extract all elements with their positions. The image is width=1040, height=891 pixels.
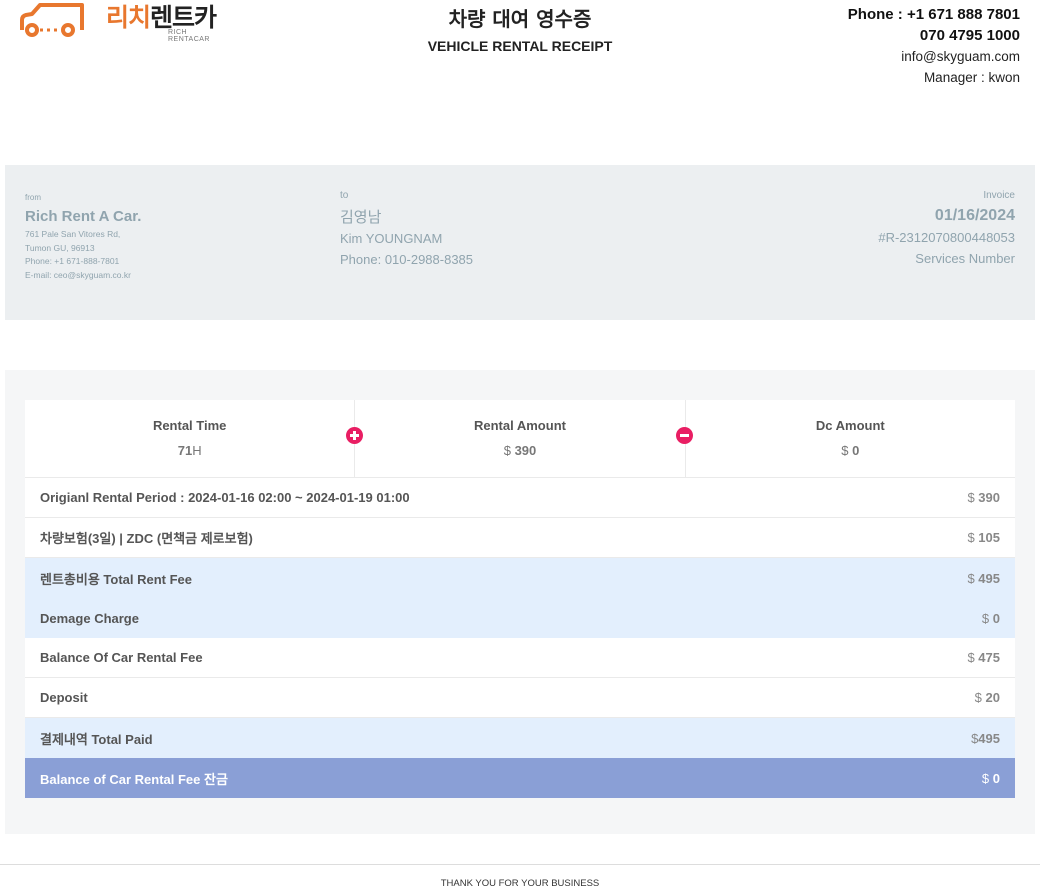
- row-original-rental-period: Origianl Rental Period : 2024-01-16 02:0…: [25, 478, 1015, 518]
- invoice-block: Invoice 01/16/2024 #R-2312070800448053 S…: [878, 190, 1015, 269]
- stats-row: Rental Time 71H Rental Amount $ 390 Dc A…: [25, 400, 1015, 478]
- contact-manager: Manager : kwon: [923, 70, 1020, 85]
- from-address-line: Phone: +1 671-888-7801: [25, 256, 120, 266]
- row-balance-of-car-rental-fee: Balance Of Car Rental Fee $ 475: [25, 638, 1015, 678]
- footer-divider: [0, 864, 1040, 865]
- stat-label: Rental Time: [152, 418, 227, 433]
- contact-phone-primary: Phone : +1 671 888 7801: [847, 6, 1020, 23]
- from-address-line: 761 Pale San Vitores Rd,: [25, 229, 121, 239]
- row-label: Deposit: [40, 690, 88, 705]
- row-deposit: Deposit $ 20: [25, 678, 1015, 718]
- from-company-name: Rich Rent A Car.: [25, 208, 142, 225]
- to-name-english: Kim YOUNGNAM: [340, 231, 443, 246]
- invoice-label: Invoice: [983, 190, 1015, 201]
- from-address-line: E-mail: ceo@skyguam.co.kr: [25, 269, 131, 280]
- contact-email[interactable]: info@skyguam.com: [848, 46, 1020, 67]
- row-total-paid: 결제내역 Total Paid $495: [25, 718, 1015, 758]
- row-amount: $ 475: [967, 650, 1000, 665]
- stat-value: $ 0: [841, 443, 860, 458]
- row-amount: $ 390: [967, 490, 1000, 505]
- footer-thank-you: THANK YOU FOR YOUR BUSINESS: [440, 878, 600, 889]
- row-insurance: 차량보험(3일) | ZDC (면책금 제로보험) $ 105: [25, 518, 1015, 558]
- row-label: 차량보험(3일) | ZDC (면책금 제로보험): [40, 531, 253, 546]
- contact-phone-secondary: 070 4795 1000: [919, 27, 1020, 44]
- row-label: Balance of Car Rental Fee 잔금: [40, 771, 228, 787]
- row-amount: $ 20: [974, 690, 1000, 705]
- plus-circle-icon: [346, 427, 363, 444]
- to-phone: Phone: 010-2988-8385: [340, 252, 474, 267]
- summary-panel: Rental Time 71H Rental Amount $ 390 Dc A…: [5, 370, 1035, 834]
- stat-dc-amount: Dc Amount $ 0: [684, 400, 1015, 477]
- from-label: from: [25, 193, 41, 202]
- invoice-info-panel: from Rich Rent A Car. 761 Pale San Vitor…: [5, 165, 1035, 320]
- from-address-line: Tumon GU, 96913: [25, 242, 95, 253]
- row-amount: $ 0: [981, 610, 1000, 626]
- minus-circle-icon: [676, 427, 693, 444]
- row-balance-remaining: Balance of Car Rental Fee 잔금 $ 0: [25, 758, 1015, 798]
- stat-label: Dc Amount: [815, 418, 885, 433]
- from-block: from Rich Rent A Car. 761 Pale San Vitor…: [25, 193, 141, 282]
- stat-rental-time: Rental Time 71H: [25, 400, 354, 477]
- invoice-number: #R-2312070800448053: [878, 230, 1015, 245]
- from-address: 761 Pale San Vitores Rd, Tumon GU, 96913…: [25, 228, 141, 282]
- to-name-korean: 김영남: [340, 208, 382, 226]
- row-amount: $ 0: [981, 770, 1000, 786]
- contact-block: Phone : +1 671 888 7801 070 4795 1000 in…: [848, 4, 1020, 88]
- row-label: 결제내역 Total Paid: [40, 731, 153, 747]
- row-label: Balance Of Car Rental Fee: [40, 650, 203, 665]
- row-amount: $ 105: [967, 530, 1000, 545]
- stat-value: 71H: [177, 443, 202, 458]
- row-label: Demage Charge: [40, 610, 139, 626]
- row-label: Origianl Rental Period : 2024-01-16 02:0…: [40, 490, 410, 505]
- row-amount: $ 495: [967, 570, 1000, 586]
- row-amount: $495: [971, 730, 1000, 746]
- summary-table: Rental Time 71H Rental Amount $ 390 Dc A…: [25, 400, 1015, 798]
- stat-label: Rental Amount: [474, 418, 566, 433]
- stat-rental-amount: Rental Amount $ 390: [354, 400, 684, 477]
- to-block: to 김영남 Kim YOUNGNAM Phone: 010-2988-8385: [340, 190, 473, 270]
- invoice-date: 01/16/2024: [934, 207, 1015, 224]
- row-damage-charge: Demage Charge $ 0: [25, 598, 1015, 638]
- services-number-label: Services Number: [915, 251, 1015, 266]
- row-label: 렌트총비용 Total Rent Fee: [40, 571, 193, 587]
- stat-value: $ 390: [503, 443, 537, 458]
- to-label: to: [340, 190, 349, 201]
- row-total-rent-fee: 렌트총비용 Total Rent Fee $ 495: [25, 558, 1015, 598]
